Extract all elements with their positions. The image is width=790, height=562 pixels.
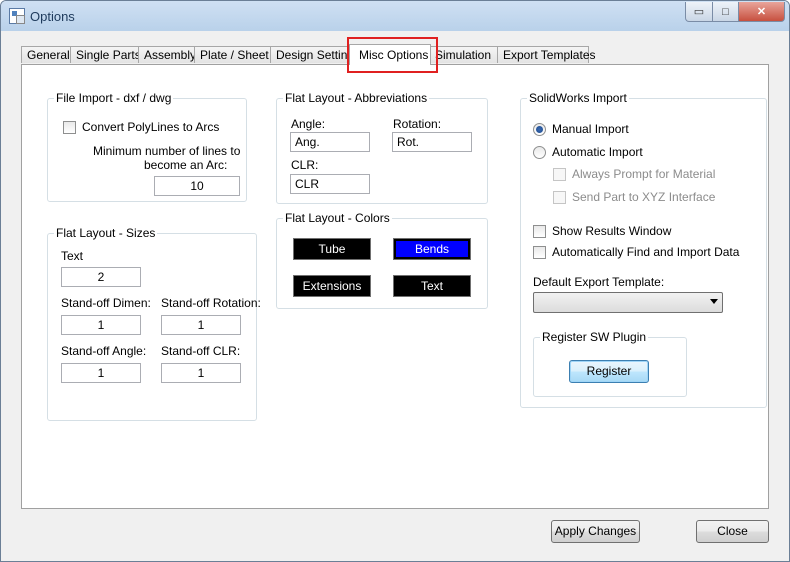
title-bar[interactable]: Options ▭ □ ✕	[1, 1, 789, 31]
always-prompt-label: Always Prompt for Material	[572, 167, 716, 181]
misc-options-panel: File Import - dxf / dwg Convert PolyLine…	[21, 64, 769, 509]
bends-color-button[interactable]: Bends	[393, 238, 471, 260]
flat-layout-colors-group: Flat Layout - Colors Tube Bends Extensio…	[276, 211, 488, 309]
tube-color-button[interactable]: Tube	[293, 238, 371, 260]
automatic-import-label: Automatic Import	[552, 145, 643, 159]
angle-label: Angle:	[291, 117, 326, 131]
send-part-checkbox[interactable]	[553, 191, 566, 204]
text-color-button[interactable]: Text	[393, 275, 471, 297]
text-size-input[interactable]: 2	[61, 267, 141, 287]
dropdown-arrow-icon	[710, 299, 718, 304]
register-sw-plugin-group: Register SW Plugin Register	[533, 330, 687, 397]
min-lines-label-line2: become an Arc:	[144, 158, 228, 172]
register-group-title: Register SW Plugin	[540, 330, 649, 344]
solidworks-import-group: SolidWorks Import Manual Import Automati…	[520, 91, 767, 408]
tab-misc-options[interactable]: Misc Options	[349, 44, 431, 65]
default-export-select[interactable]	[533, 292, 723, 313]
text-size-label: Text	[61, 249, 84, 263]
apply-changes-button[interactable]: Apply Changes	[551, 520, 640, 543]
tab-design-settings[interactable]: Design Settings	[270, 46, 352, 63]
close-window-button[interactable]: ✕	[739, 2, 785, 22]
caption-buttons: ▭ □ ✕	[685, 2, 785, 22]
flat-layout-sizes-group: Flat Layout - Sizes Text 2 Stand-off Dim…	[47, 226, 261, 421]
send-part-label: Send Part to XYZ Interface	[572, 190, 716, 204]
show-results-checkbox[interactable]	[533, 225, 546, 238]
colors-title: Flat Layout - Colors	[283, 211, 392, 225]
tab-plate-sheet[interactable]: Plate / Sheet	[194, 46, 271, 63]
default-export-label: Default Export Template:	[533, 275, 665, 289]
tab-export-templates[interactable]: Export Templates	[497, 46, 596, 63]
app-icon	[9, 8, 25, 24]
show-results-label: Show Results Window	[552, 224, 672, 238]
auto-find-label: Automatically Find and Import Data	[552, 245, 740, 259]
minimize-icon: ▭	[693, 6, 705, 18]
close-button[interactable]: Close	[696, 520, 769, 543]
convert-polylines-checkbox[interactable]	[63, 121, 76, 134]
tab-general[interactable]: General	[21, 46, 71, 63]
standoff-angle-label: Stand-off Angle:	[61, 344, 147, 358]
manual-import-radio[interactable]	[533, 123, 546, 136]
file-import-group: File Import - dxf / dwg Convert PolyLine…	[47, 91, 247, 202]
standoff-clr-label: Stand-off CLR:	[161, 344, 241, 358]
minimize-button[interactable]: ▭	[685, 2, 713, 22]
window-title: Options	[30, 9, 75, 24]
rotation-abbrev-input[interactable]: Rot.	[392, 132, 472, 152]
standoff-rotation-input[interactable]: 1	[161, 315, 241, 335]
standoff-rotation-label: Stand-off Rotation:	[161, 296, 261, 310]
register-button[interactable]: Register	[569, 360, 649, 383]
manual-import-label: Manual Import	[552, 122, 629, 136]
maximize-icon: □	[722, 5, 729, 18]
tab-simulation[interactable]: Simulation	[430, 46, 498, 63]
auto-find-checkbox[interactable]	[533, 246, 546, 259]
tab-single-parts[interactable]: Single Parts	[70, 46, 141, 63]
min-lines-label-line1: Minimum number of lines to	[93, 144, 241, 158]
angle-abbrev-input[interactable]: Ang.	[290, 132, 370, 152]
standoff-dimen-label: Stand-off Dimen:	[61, 296, 151, 310]
flat-layout-abbreviations-group: Flat Layout - Abbreviations Angle: Ang. …	[276, 91, 488, 204]
solidworks-title: SolidWorks Import	[527, 91, 629, 105]
convert-polylines-label: Convert PolyLines to Arcs	[82, 120, 220, 134]
min-lines-input[interactable]: 10	[154, 176, 240, 196]
abbreviations-title: Flat Layout - Abbreviations	[283, 91, 430, 105]
standoff-angle-input[interactable]: 1	[61, 363, 141, 383]
maximize-button[interactable]: □	[713, 2, 739, 22]
dialog-client: General Single Parts Assembly Plate / Sh…	[8, 31, 782, 554]
standoff-clr-input[interactable]: 1	[161, 363, 241, 383]
clr-label: CLR:	[291, 158, 319, 172]
tab-assembly[interactable]: Assembly	[138, 46, 196, 63]
always-prompt-checkbox[interactable]	[553, 168, 566, 181]
file-import-title: File Import - dxf / dwg	[54, 91, 174, 105]
clr-abbrev-input[interactable]: CLR	[290, 174, 370, 194]
options-window: Options ▭ □ ✕ General Single Parts Assem…	[0, 0, 790, 562]
standoff-dimen-input[interactable]: 1	[61, 315, 141, 335]
automatic-import-radio[interactable]	[533, 146, 546, 159]
rotation-label: Rotation:	[393, 117, 442, 131]
extensions-color-button[interactable]: Extensions	[293, 275, 371, 297]
sizes-title: Flat Layout - Sizes	[54, 226, 158, 240]
close-icon: ✕	[756, 6, 767, 18]
